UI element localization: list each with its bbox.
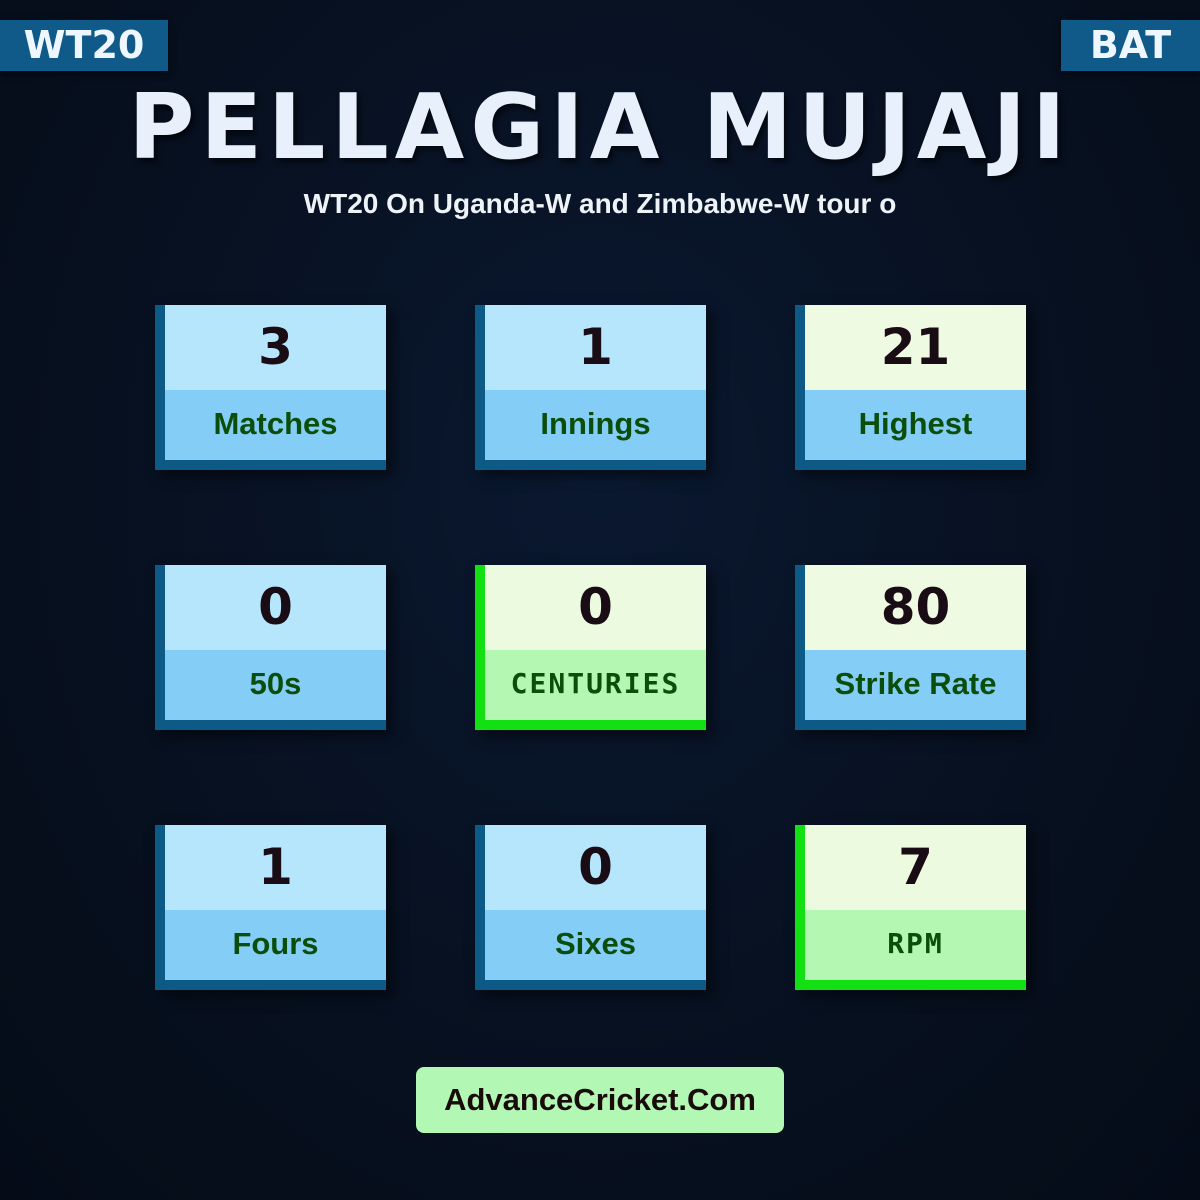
format-tag: WT20	[0, 20, 168, 71]
role-tag: BAT	[1061, 20, 1200, 71]
stat-card-fours: 1 Fours	[155, 825, 386, 990]
stat-label: CENTURIES	[485, 650, 706, 720]
stat-value: 3	[165, 305, 386, 390]
stat-value: 0	[485, 565, 706, 650]
stat-card-strike-rate: 80 Strike Rate	[795, 565, 1026, 730]
stat-card-centuries: 0 CENTURIES	[475, 565, 706, 730]
stat-value: 21	[805, 305, 1026, 390]
stat-card-matches: 3 Matches	[155, 305, 386, 470]
stat-card-fifties: 0 50s	[155, 565, 386, 730]
stat-label: Highest	[805, 390, 1026, 460]
tour-subtitle: WT20 On Uganda-W and Zimbabwe-W tour o	[303, 188, 897, 219]
stat-label: 50s	[165, 650, 386, 720]
brand-link[interactable]: AdvanceCricket.Com	[416, 1067, 784, 1133]
stat-label: Fours	[165, 910, 386, 980]
stat-label: Strike Rate	[805, 650, 1026, 720]
stat-value: 1	[485, 305, 706, 390]
stat-value: 0	[165, 565, 386, 650]
stat-card-rpm: 7 RPM	[795, 825, 1026, 990]
stat-label: Innings	[485, 390, 706, 460]
player-name: PELLAGIA MUJAJI	[128, 75, 1072, 180]
stat-card-innings: 1 Innings	[475, 305, 706, 470]
stat-label: Sixes	[485, 910, 706, 980]
stat-card-sixes: 0 Sixes	[475, 825, 706, 990]
stat-card-highest: 21 Highest	[795, 305, 1026, 470]
stat-value: 0	[485, 825, 706, 910]
stat-value: 80	[805, 565, 1026, 650]
stat-value: 1	[165, 825, 386, 910]
stat-label: RPM	[805, 910, 1026, 980]
stat-label: Matches	[165, 390, 386, 460]
stat-value: 7	[805, 825, 1026, 910]
